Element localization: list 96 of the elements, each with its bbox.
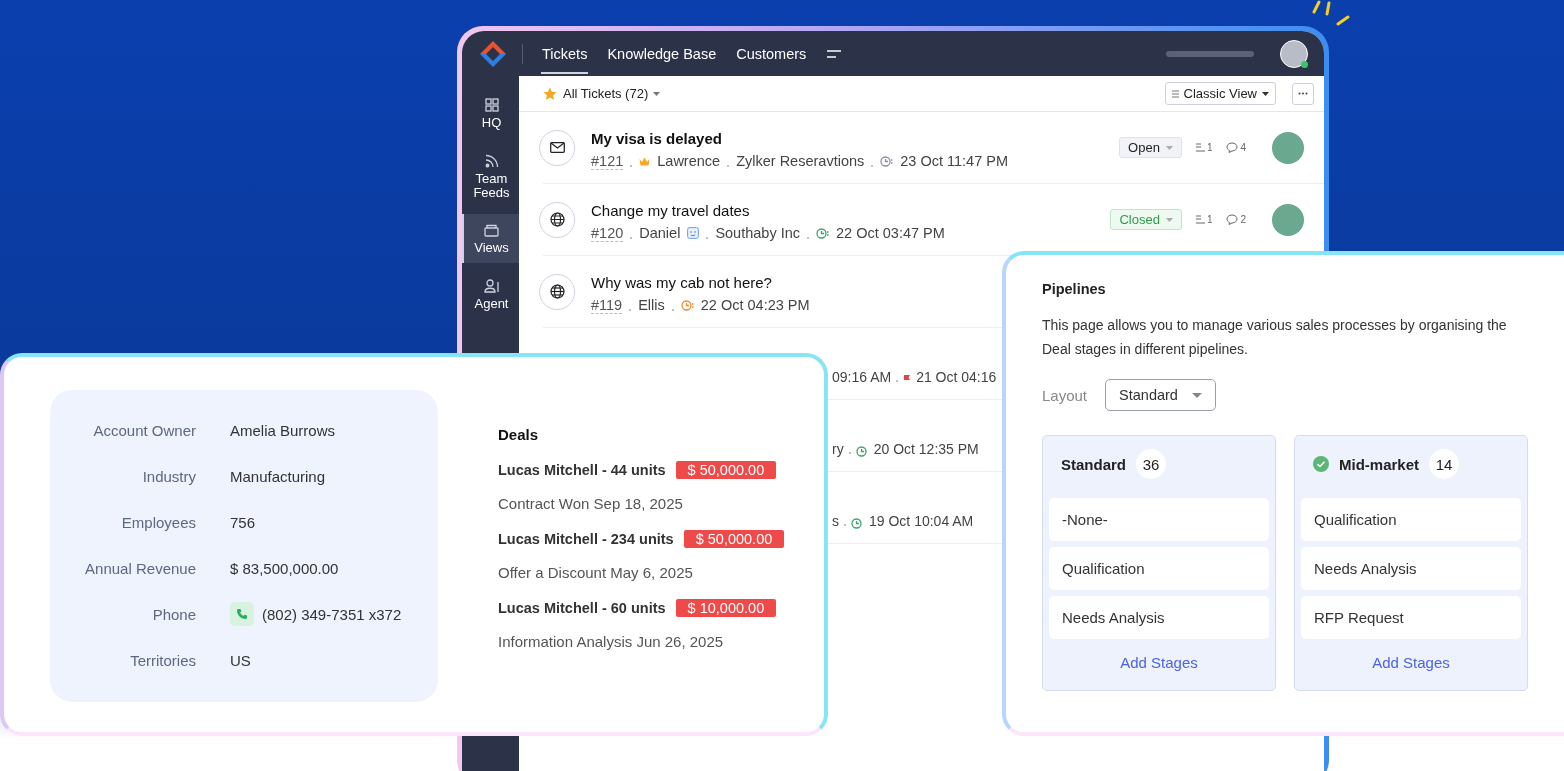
stage-item[interactable]: Qualification xyxy=(1301,498,1521,541)
pipelines-heading: Pipelines xyxy=(1042,281,1107,297)
pipeline-name: Standard xyxy=(1061,455,1126,473)
grid-icon xyxy=(484,98,499,112)
ticket-meta-text: s xyxy=(832,513,839,529)
due-time: 22 Oct 04:23 PM xyxy=(700,297,810,313)
layout-label: Layout xyxy=(1042,386,1088,404)
field-value: Manufacturing xyxy=(230,467,326,485)
add-stages-link[interactable]: Add Stages xyxy=(1301,653,1521,672)
field-label: Territories xyxy=(129,651,197,669)
deal-name[interactable]: Lucas Mitchell - 60 units xyxy=(498,600,666,616)
tray-icon xyxy=(484,224,499,237)
ticket-number[interactable]: #121 xyxy=(591,152,624,170)
deal-amount: $ 10,000.00 xyxy=(675,599,777,617)
stage-item[interactable]: -None- xyxy=(1049,498,1269,541)
person-icon xyxy=(483,279,500,293)
ticket-meta-text: 21 Oct 04:16 xyxy=(916,369,997,385)
pipeline-name: Mid-market xyxy=(1339,455,1420,473)
contact-name[interactable]: Lawrence xyxy=(657,153,721,169)
ticket-title[interactable]: Change my travel dates xyxy=(591,201,750,219)
ticket-number[interactable]: #120 xyxy=(591,224,624,242)
caret-icon xyxy=(1191,392,1202,398)
deal-stage: Information Analysis Jun 26, 2025 xyxy=(498,633,725,650)
logo-icon xyxy=(478,38,508,69)
user-avatar[interactable] xyxy=(1280,39,1308,68)
due-time: 22 Oct 03:47 PM xyxy=(836,225,945,241)
online-dot-icon xyxy=(1301,60,1308,68)
avatar xyxy=(1272,131,1304,164)
field-value: $ 83,500,000.00 xyxy=(230,559,339,577)
deal-stage: Offer a Discount May 6, 2025 xyxy=(498,564,694,581)
ticket-meta-text: 09:16 AM xyxy=(832,369,892,385)
deal-stage: Contract Won Sep 18, 2025 xyxy=(498,495,684,512)
phone-icon[interactable] xyxy=(230,602,254,626)
clock-icon xyxy=(851,518,864,529)
field-label: Account Owner xyxy=(92,421,197,439)
contact-name[interactable]: Ellis xyxy=(638,297,665,313)
status-dropdown[interactable]: Open xyxy=(1119,137,1182,158)
field-value: Amelia Burrows xyxy=(230,421,336,439)
deal-name[interactable]: Lucas Mitchell - 44 units xyxy=(498,462,666,478)
ticket-meta-text: 19 Oct 10:04 AM xyxy=(869,513,974,529)
account-name[interactable]: Southaby Inc xyxy=(715,225,801,241)
pipeline-count: 36 xyxy=(1136,449,1166,479)
thread-count: 1 xyxy=(1195,214,1213,225)
comment-count: 2 xyxy=(1226,214,1246,225)
pipeline-count: 14 xyxy=(1429,449,1460,479)
nav-tab[interactable]: Customers xyxy=(735,33,808,74)
view-mode-dropdown[interactable]: Classic View xyxy=(1164,82,1276,105)
caret-icon xyxy=(653,91,661,96)
sidebar-item[interactable]: Team Feeds xyxy=(462,144,519,208)
star-icon xyxy=(543,86,557,101)
stage-item[interactable]: Needs Analysis xyxy=(1049,596,1269,639)
feed-icon xyxy=(484,154,499,168)
sidebar-item[interactable]: Agent xyxy=(462,269,519,319)
search-bar[interactable] xyxy=(1166,50,1254,57)
sidebar-item[interactable]: Views xyxy=(462,214,519,263)
more-button[interactable] xyxy=(1292,82,1314,105)
contact-name[interactable]: Daniel xyxy=(639,225,681,241)
deal-amount: $ 50,000.00 xyxy=(683,530,785,548)
add-stages-link[interactable]: Add Stages xyxy=(1049,653,1269,672)
nav-tab[interactable]: Tickets xyxy=(541,33,589,74)
field-value: 756 xyxy=(230,513,256,531)
deals-heading: Deals xyxy=(498,426,540,443)
stage-item[interactable]: RFP Request xyxy=(1301,596,1521,639)
account-name[interactable]: Zylker Reseravtions xyxy=(736,153,865,169)
ticket-title[interactable]: My visa is delayed xyxy=(591,129,722,147)
deal-name[interactable]: Lucas Mitchell - 234 units xyxy=(498,531,674,547)
field-label: Employees xyxy=(120,513,197,531)
view-selector[interactable]: All Tickets (72) xyxy=(563,86,661,101)
ticket-title[interactable]: Why was my cab not here? xyxy=(591,273,772,291)
layout-dropdown[interactable]: Standard xyxy=(1105,379,1216,411)
field-value: (802) 349-7351 x372 xyxy=(262,605,402,623)
stage-item[interactable]: Qualification xyxy=(1049,547,1269,590)
field-value: US xyxy=(230,651,251,669)
field-label: Industry xyxy=(141,467,197,485)
caret-icon xyxy=(1165,217,1173,222)
due-time: 23 Oct 11:47 PM xyxy=(900,153,1008,169)
caret-icon xyxy=(1262,91,1269,96)
more-icon xyxy=(1298,92,1308,95)
nav-tab[interactable]: Knowledge Base xyxy=(606,33,718,74)
clock-icon xyxy=(855,446,869,457)
list-icon xyxy=(1171,89,1179,98)
stage-item[interactable]: Needs Analysis xyxy=(1301,547,1521,590)
avatar xyxy=(1272,203,1304,236)
ticket-number[interactable]: #119 xyxy=(591,296,623,314)
menu-icon[interactable] xyxy=(827,48,842,59)
ticket-meta-text: 20 Oct 12:35 PM xyxy=(873,441,979,457)
deal-amount: $ 50,000.00 xyxy=(675,461,777,479)
caret-icon xyxy=(1165,145,1173,150)
field-label: Annual Revenue xyxy=(84,559,197,577)
ticket-meta-text: ry xyxy=(832,441,844,457)
pipelines-description: This page allows you to manage various sales processes by organising the Deal stages in different pipelines. xyxy=(1042,316,1508,359)
sidebar-item[interactable]: HQ xyxy=(462,88,519,138)
thread-count: 1 xyxy=(1195,142,1213,153)
sparkle-icon xyxy=(1310,0,1352,26)
comment-count: 4 xyxy=(1226,142,1246,153)
field-label: Phone xyxy=(151,605,197,623)
